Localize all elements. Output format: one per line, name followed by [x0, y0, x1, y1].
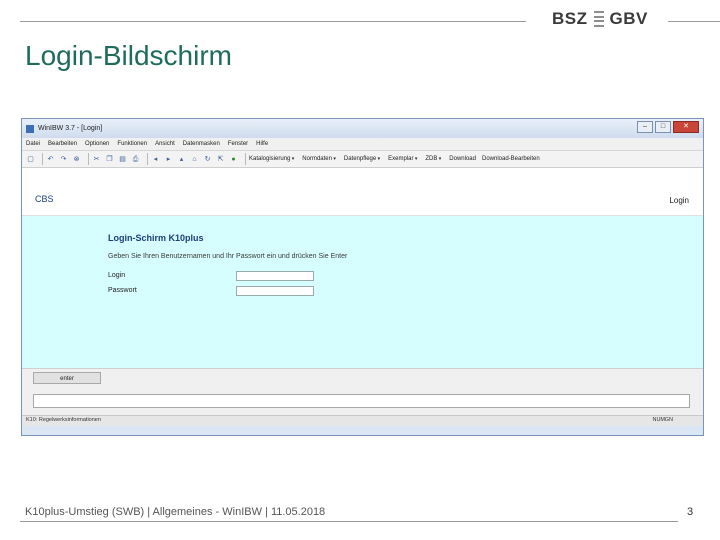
button-bar: enter [22, 368, 703, 389]
app-header: CBS Login [22, 168, 703, 216]
logo-mark-icon [593, 11, 604, 27]
app-icon [26, 124, 34, 133]
go-icon[interactable]: ● [229, 155, 238, 164]
login-input[interactable] [236, 271, 314, 281]
password-label: Passwort [108, 287, 137, 294]
refresh-icon[interactable]: ↻ [203, 155, 212, 164]
window-controls: – □ ✕ [637, 121, 699, 133]
command-area [22, 389, 703, 415]
slide-footer: K10plus-Umstieg (SWB) | Allgemeines - Wi… [25, 506, 326, 518]
menu-item-funktionen[interactable]: Funktionen [117, 141, 147, 147]
paste-icon[interactable]: ▤ [118, 155, 127, 164]
login-label: Login [108, 272, 126, 279]
logo-gbv: GBV [609, 9, 648, 28]
toolbar-separator [42, 153, 43, 165]
status-gn: GN [664, 417, 673, 423]
menu-item-datenmasken[interactable]: Datenmasken [183, 141, 220, 147]
form-title: Login-Schirm K10plus [108, 233, 204, 243]
bsz-gbv-logo: BSZ GBV [552, 8, 648, 30]
copy-icon[interactable]: ❐ [105, 155, 114, 164]
toolbar: ▢ ↶ ↷ ⊗ ✂ ❐ ▤ ⎙ ◂ ▸ ▴ ⌂ ↻ ⇱ ● Katalogisi… [22, 151, 703, 168]
back-icon[interactable]: ◂ [151, 155, 160, 164]
top-rule [20, 21, 526, 22]
menu-item-hilfe[interactable]: Hilfe [256, 141, 268, 147]
menu-bar: Datei Bearbeiten Optionen Funktionen Ans… [22, 138, 703, 151]
home-icon[interactable]: ⌂ [190, 155, 199, 164]
undo-icon[interactable]: ↶ [46, 155, 55, 164]
up-icon[interactable]: ▴ [177, 155, 186, 164]
maximize-button[interactable]: □ [655, 121, 671, 133]
window-title: WinIBW 3.7 - [Login] [38, 125, 103, 132]
status-text: K10: Regelwerksinformationen [26, 417, 101, 423]
dropdown-datenpflege[interactable]: Datenpflege [344, 156, 380, 162]
menu-item-datei[interactable]: Datei [26, 141, 40, 147]
logo-bsz: BSZ [552, 9, 588, 28]
menu-item-bearbeiten[interactable]: Bearbeiten [48, 141, 77, 147]
winibw-window: WinIBW 3.7 - [Login] – □ ✕ Datei Bearbei… [21, 118, 704, 436]
footer-rule [20, 521, 678, 522]
cut-icon[interactable]: ✂ [92, 155, 101, 164]
dropdown-exemplar[interactable]: Exemplar [388, 156, 417, 162]
download-button[interactable]: Download [449, 156, 476, 162]
form-instruction: Geben Sie Ihren Benutzernamen und Ihr Pa… [108, 253, 348, 260]
menu-item-ansicht[interactable]: Ansicht [155, 141, 175, 147]
download-bearbeiten-button[interactable]: Download-Bearbeiten [482, 156, 540, 162]
minimize-button[interactable]: – [637, 121, 653, 133]
login-form: Login-Schirm K10plus Geben Sie Ihren Ben… [22, 216, 703, 368]
dropdown-zdb[interactable]: ZDB [425, 156, 441, 162]
command-line-input[interactable] [33, 394, 690, 408]
window-titlebar: WinIBW 3.7 - [Login] – □ ✕ [22, 119, 703, 138]
mode-label: Login [669, 196, 689, 205]
top-rule-right [668, 21, 720, 22]
print-icon[interactable]: ⎙ [131, 155, 140, 164]
export-icon[interactable]: ⇱ [216, 155, 225, 164]
system-name: CBS [35, 194, 54, 204]
close-button[interactable]: ✕ [673, 121, 699, 133]
dropdown-katalogisierung[interactable]: Katalogisierung [249, 156, 294, 162]
password-input[interactable] [236, 286, 314, 296]
toolbar-separator [88, 153, 89, 165]
new-icon[interactable]: ▢ [26, 155, 35, 164]
toolbar-separator [147, 153, 148, 165]
enter-button[interactable]: enter [33, 372, 101, 384]
menu-item-optionen[interactable]: Optionen [85, 141, 109, 147]
redo-icon[interactable]: ↷ [59, 155, 68, 164]
forward-icon[interactable]: ▸ [164, 155, 173, 164]
stop-icon[interactable]: ⊗ [72, 155, 81, 164]
toolbar-separator [245, 153, 246, 165]
status-num: NUM [652, 417, 665, 423]
page-number: 3 [687, 506, 694, 518]
status-bar: K10: Regelwerksinformationen NUM GN [22, 415, 703, 426]
menu-item-fenster[interactable]: Fenster [228, 141, 248, 147]
slide-title: Login-Bildschirm [25, 40, 232, 71]
dropdown-normdaten[interactable]: Normdaten [302, 156, 336, 162]
